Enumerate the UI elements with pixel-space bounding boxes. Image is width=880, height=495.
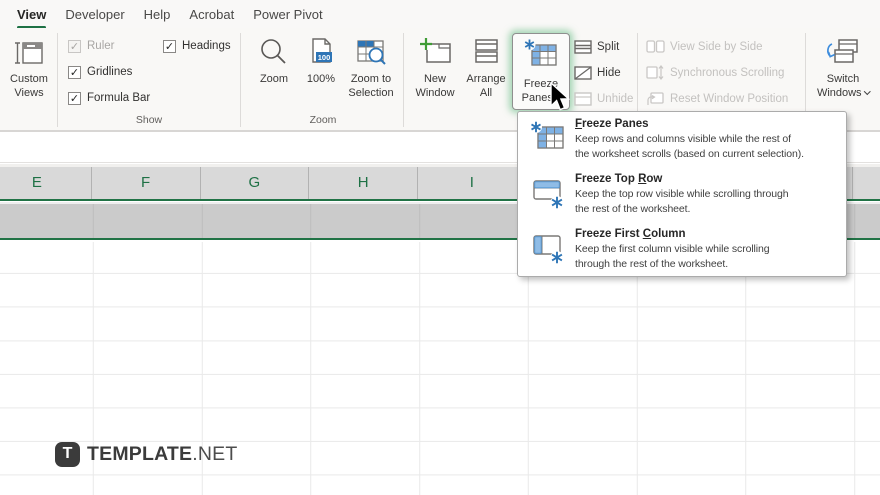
zoom-to-selection-label-line2: Selection: [348, 86, 394, 99]
show-group-label: Show: [135, 114, 163, 126]
menu-item-title: Freeze Top Row: [575, 173, 663, 185]
checkbox-check-icon: ✓: [68, 91, 81, 105]
freeze-panes-menu-icon: [530, 121, 566, 158]
checkbox-ruler: ✓ Ruler: [68, 38, 114, 54]
freeze-panes-icon: [523, 38, 559, 75]
view-side-by-side-button: View Side by Side: [646, 38, 762, 55]
checkbox-gridlines[interactable]: ✓ Gridlines: [68, 64, 132, 80]
menu-item-freeze-panes[interactable]: Freeze Panes Keep rows and columns visib…: [518, 116, 846, 170]
menu-item-description: through the rest of the worksheet.: [575, 257, 729, 270]
checkbox-check-icon: ✓: [163, 39, 176, 53]
template-net-brand: TEMPLATE: [87, 442, 193, 465]
hide-button[interactable]: Hide: [574, 64, 621, 81]
custom-views-icon: [13, 32, 45, 70]
zoom-100-label: 100%: [306, 73, 336, 85]
group-separator: [240, 33, 241, 127]
template-net-watermark: T TEMPLATE.NET: [55, 441, 237, 467]
arrange-all-button[interactable]: Arrange All: [461, 32, 511, 128]
template-net-tld: .NET: [192, 442, 238, 465]
hide-icon: [574, 65, 592, 80]
switch-windows-icon: [824, 32, 862, 70]
tab-view[interactable]: View: [17, 7, 47, 29]
zoom-100-page-icon: 100: [306, 32, 336, 70]
magnifier-icon: [258, 32, 290, 70]
checkbox-headings-label: Headings: [182, 40, 231, 52]
arrange-all-label-line2: All: [479, 86, 493, 99]
arrange-all-icon: [470, 32, 502, 70]
ribbon-tab-bar: View Developer Help Acrobat Power Pivot: [0, 0, 880, 29]
split-label: Split: [597, 40, 620, 53]
menu-item-freeze-first-column[interactable]: Freeze First Column Keep the first colum…: [518, 226, 846, 280]
column-header-f[interactable]: F: [92, 167, 201, 199]
view-side-by-side-label: View Side by Side: [670, 40, 763, 53]
zoom-group-label: Zoom: [309, 114, 337, 126]
split-icon: [574, 39, 592, 54]
tab-help[interactable]: Help: [144, 7, 171, 22]
reset-window-position-icon: [647, 92, 664, 105]
hide-label: Hide: [597, 66, 621, 79]
new-window-button[interactable]: New Window: [409, 32, 461, 128]
group-separator: [403, 33, 404, 127]
reset-window-position-button: Reset Window Position: [646, 90, 788, 107]
unhide-button: Unhide: [574, 90, 633, 107]
tab-power-pivot[interactable]: Power Pivot: [253, 7, 322, 22]
checkbox-ruler-label: Ruler: [87, 40, 115, 52]
menu-item-description: Keep the top row visible while scrolling…: [575, 188, 789, 200]
switch-windows-label-line2: Windows: [816, 86, 862, 99]
freeze-panes-dropdown-menu: Freeze Panes Keep rows and columns visib…: [517, 111, 847, 277]
checkbox-formula-bar[interactable]: ✓ Formula Bar: [68, 90, 150, 106]
arrange-all-label-line1: Arrange: [466, 73, 506, 85]
new-window-label-line2: Window: [415, 86, 455, 99]
freeze-first-column-icon: [530, 234, 566, 269]
reset-window-position-label: Reset Window Position: [670, 92, 789, 105]
mouse-cursor-icon: [547, 81, 573, 119]
checkbox-headings[interactable]: ✓ Headings: [163, 38, 231, 54]
menu-item-description: the worksheet scrolls (based on current …: [575, 147, 804, 160]
custom-views-button[interactable]: Custom Views: [4, 32, 54, 128]
new-window-label-line1: New: [423, 73, 446, 85]
column-header-g[interactable]: G: [201, 167, 310, 199]
tab-acrobat[interactable]: Acrobat: [189, 7, 234, 22]
synchronous-scrolling-button: Synchronous Scrolling: [646, 64, 784, 81]
zoom-label: Zoom: [259, 73, 289, 85]
template-net-logo-badge: T: [55, 441, 80, 467]
column-header-h[interactable]: H: [309, 167, 418, 199]
column-header-i[interactable]: I: [418, 167, 527, 199]
menu-item-title: Freeze Panes: [575, 118, 649, 130]
zoom-to-selection-label-line1: Zoom to: [350, 73, 392, 85]
tab-developer[interactable]: Developer: [65, 7, 124, 22]
split-button[interactable]: Split: [574, 38, 619, 55]
menu-item-freeze-top-row[interactable]: Freeze Top Row Keep the top row visible …: [518, 171, 846, 225]
switch-windows-label-line1: Switch: [826, 73, 860, 85]
new-window-icon: [417, 32, 453, 70]
unhide-icon: [574, 91, 592, 106]
view-side-by-side-icon: [646, 39, 665, 53]
custom-views-label-line2: Views: [14, 86, 44, 99]
group-separator: [57, 33, 58, 127]
checkbox-gridlines-label: Gridlines: [87, 66, 133, 78]
synchronous-scrolling-icon: [646, 65, 664, 80]
freeze-top-row-icon: [530, 179, 566, 214]
column-header-e[interactable]: E: [0, 167, 92, 199]
checkbox-formula-bar-label: Formula Bar: [87, 92, 151, 104]
synchronous-scrolling-label: Synchronous Scrolling: [670, 66, 785, 79]
checkbox-check-icon: ✓: [68, 39, 81, 53]
menu-item-description: the rest of the worksheet.: [575, 202, 691, 215]
dropdown-chevron-icon: [863, 88, 870, 95]
svg-text:100: 100: [318, 53, 331, 62]
custom-views-label-line1: Custom: [10, 73, 48, 85]
menu-item-title: Freeze First Column: [575, 228, 686, 240]
zoom-to-selection-icon: [354, 32, 388, 70]
menu-item-description: Keep rows and columns visible while the …: [575, 133, 791, 145]
menu-item-description: Keep the first column visible while scro…: [575, 243, 770, 255]
checkbox-check-icon: ✓: [68, 65, 81, 79]
unhide-label: Unhide: [597, 92, 634, 105]
